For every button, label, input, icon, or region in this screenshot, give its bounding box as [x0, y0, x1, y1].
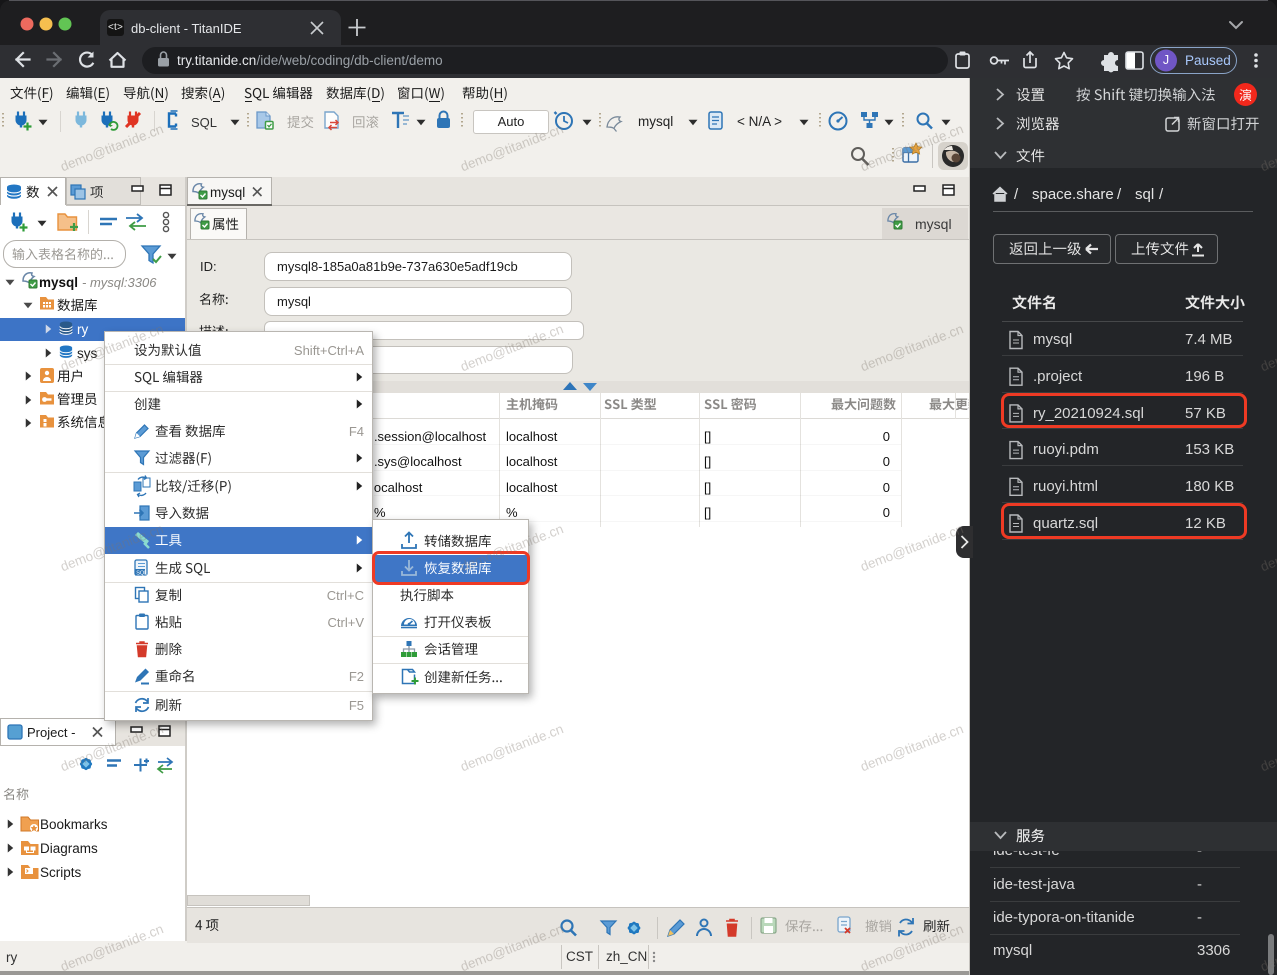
svg-text:SQL: SQL [136, 571, 147, 577]
